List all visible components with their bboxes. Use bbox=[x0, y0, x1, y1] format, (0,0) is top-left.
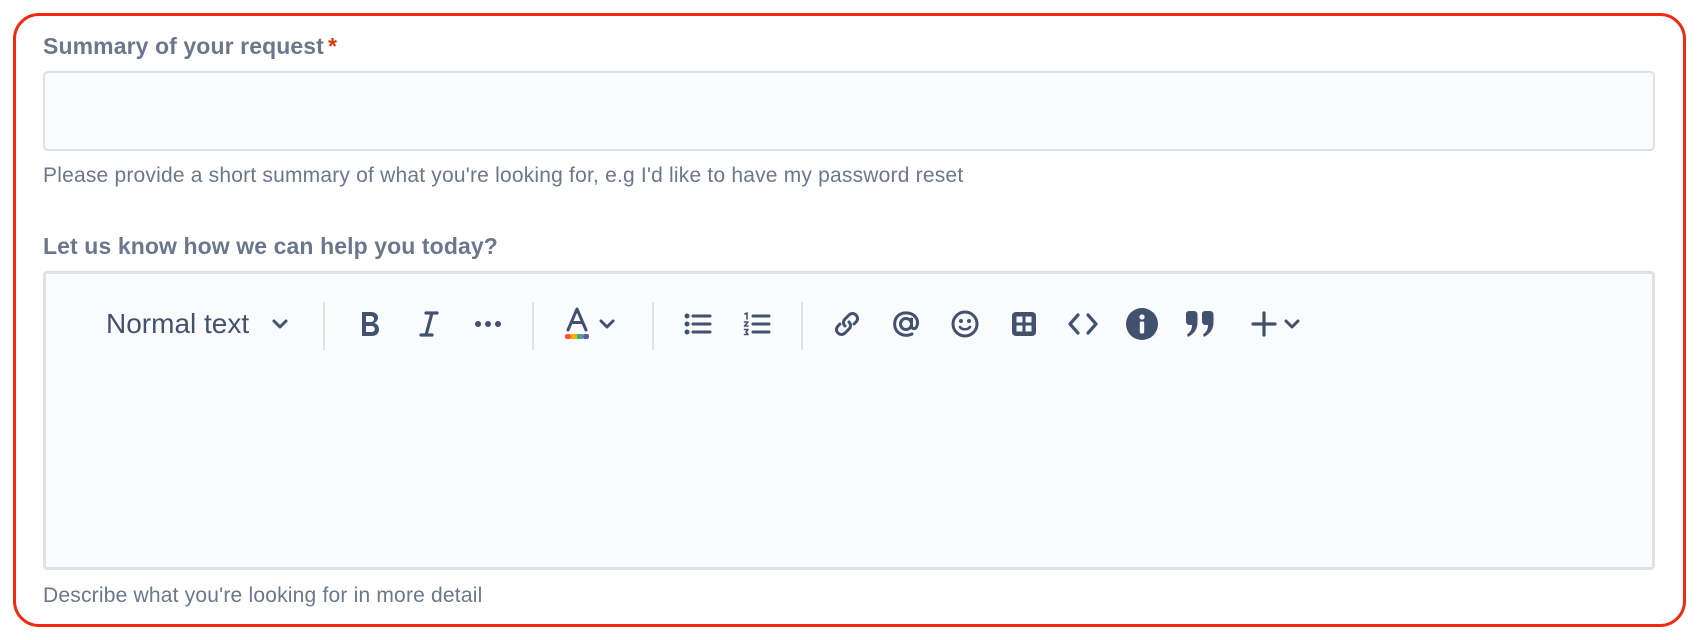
description-editor[interactable]: Normal text bbox=[43, 271, 1655, 570]
editor-content-area[interactable] bbox=[46, 380, 1652, 570]
summary-input[interactable] bbox=[43, 71, 1655, 151]
italic-button[interactable] bbox=[405, 300, 453, 348]
mention-button[interactable] bbox=[882, 300, 930, 348]
link-button[interactable] bbox=[823, 300, 871, 348]
description-help-text: Describe what you're looking for in more… bbox=[43, 584, 483, 607]
toolbar-divider bbox=[801, 302, 803, 350]
toolbar-divider bbox=[652, 302, 654, 350]
chevron-down-icon bbox=[1284, 319, 1300, 329]
chevron-down-icon bbox=[271, 318, 289, 330]
text-style-label: Normal text bbox=[106, 308, 250, 339]
required-mark: * bbox=[327, 33, 337, 59]
editor-toolbar: Normal text bbox=[46, 274, 1652, 380]
text-color-button[interactable] bbox=[556, 300, 622, 348]
bold-icon bbox=[357, 309, 383, 339]
link-icon bbox=[832, 309, 862, 339]
italic-icon bbox=[417, 309, 441, 339]
summary-label: Summary of your request * bbox=[43, 33, 337, 60]
text-color-icon bbox=[563, 306, 591, 342]
more-formatting-icon bbox=[474, 320, 502, 328]
numbered-list-button[interactable] bbox=[733, 300, 781, 348]
insert-plus-icon bbox=[1250, 310, 1278, 338]
info-panel-button[interactable] bbox=[1118, 300, 1166, 348]
insert-menu-button[interactable] bbox=[1242, 300, 1308, 348]
bold-button[interactable] bbox=[346, 300, 394, 348]
quote-icon bbox=[1184, 309, 1218, 339]
code-icon bbox=[1067, 312, 1099, 336]
code-button[interactable] bbox=[1059, 300, 1107, 348]
more-formatting-button[interactable] bbox=[464, 300, 512, 348]
description-label: Let us know how we can help you today? bbox=[43, 233, 498, 259]
numbered-list-icon bbox=[743, 311, 771, 337]
mention-icon bbox=[891, 309, 921, 339]
table-icon bbox=[1010, 310, 1038, 338]
table-button[interactable] bbox=[1000, 300, 1048, 348]
toolbar-divider bbox=[532, 302, 534, 350]
summary-label-text: Summary of your request bbox=[43, 33, 324, 59]
info-panel-icon bbox=[1125, 307, 1159, 341]
emoji-icon bbox=[950, 309, 980, 339]
chevron-down-icon bbox=[599, 319, 615, 329]
toolbar-divider bbox=[323, 302, 325, 350]
quote-button[interactable] bbox=[1177, 300, 1225, 348]
bullet-list-button[interactable] bbox=[674, 300, 722, 348]
bullet-list-icon bbox=[684, 312, 712, 336]
emoji-button[interactable] bbox=[941, 300, 989, 348]
text-style-dropdown[interactable]: Normal text bbox=[106, 300, 326, 348]
summary-help-text: Please provide a short summary of what y… bbox=[43, 164, 964, 187]
